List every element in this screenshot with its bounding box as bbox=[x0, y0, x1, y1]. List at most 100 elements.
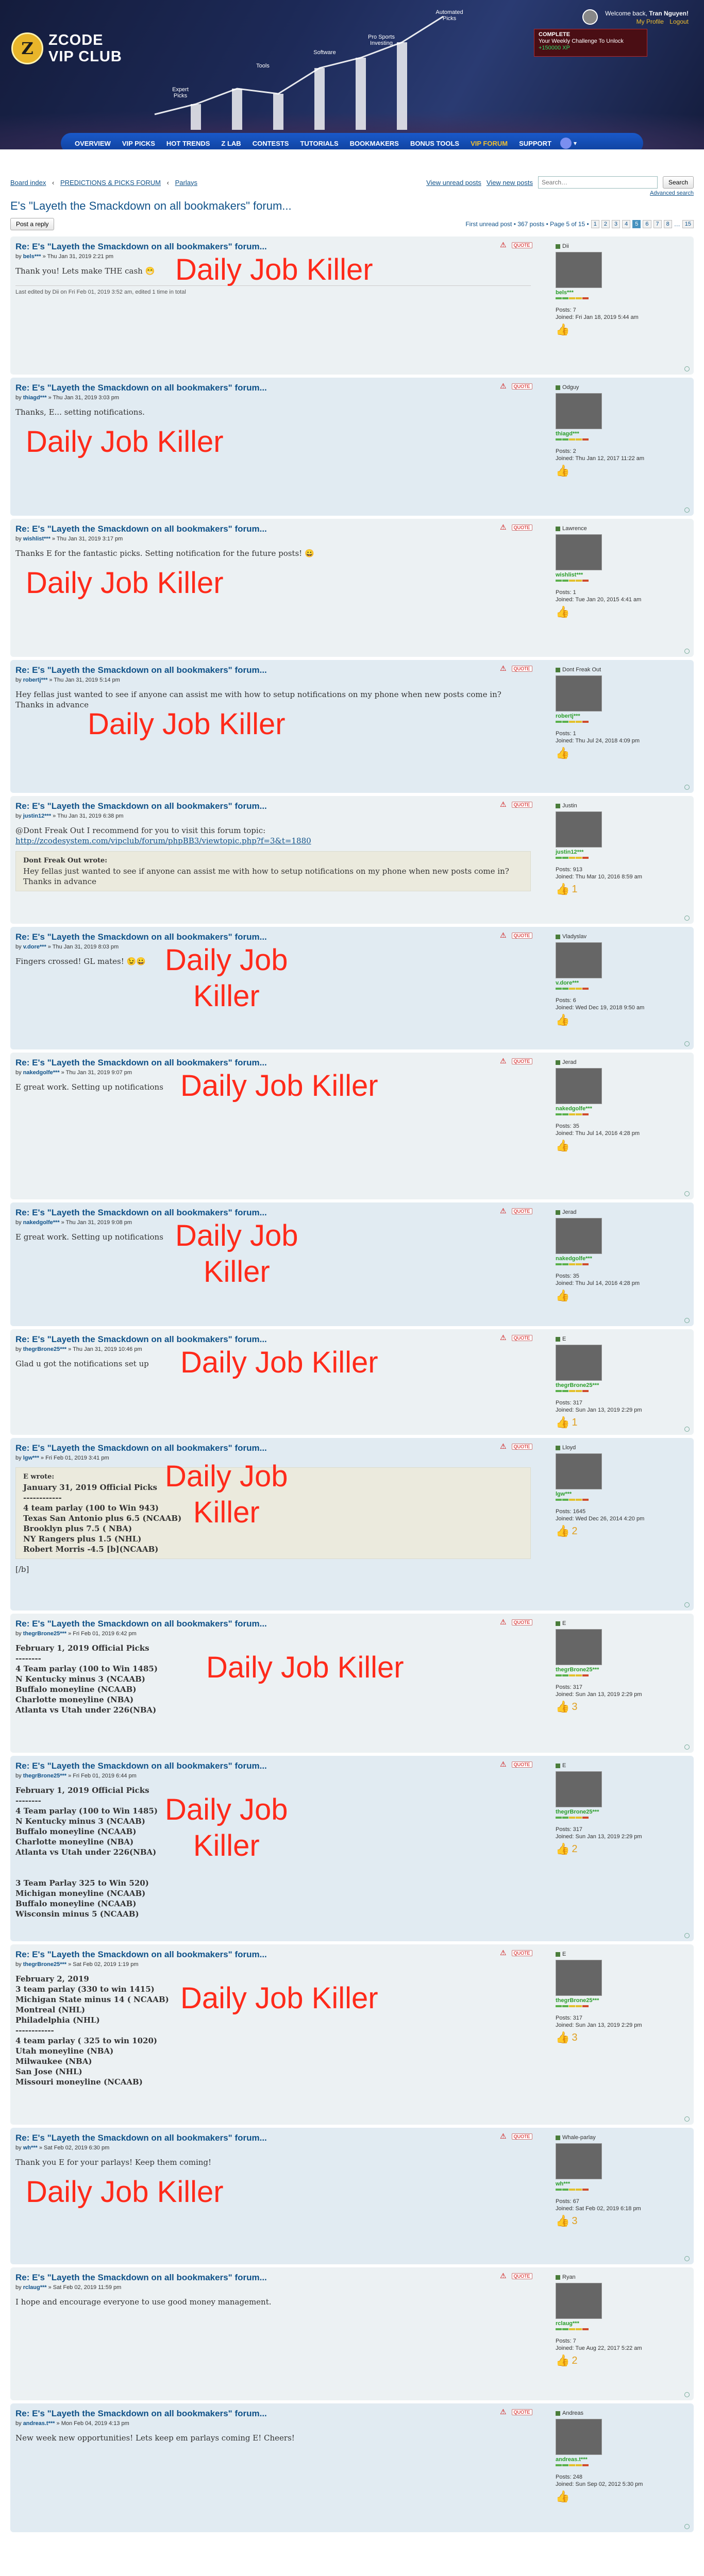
profile-username[interactable]: Justin bbox=[562, 802, 577, 809]
report-icon[interactable]: ⚠ bbox=[500, 1057, 507, 1065]
back-to-top-icon[interactable] bbox=[684, 2392, 690, 2397]
page-link[interactable]: 1 bbox=[591, 220, 599, 228]
post-author[interactable]: thiagd*** bbox=[23, 395, 47, 401]
profile-avatar[interactable] bbox=[556, 1345, 602, 1381]
profile-username[interactable]: Dont Freak Out bbox=[562, 666, 601, 673]
nav-contests[interactable]: CONTESTS bbox=[247, 140, 295, 147]
post-author[interactable]: nakedgolfe*** bbox=[23, 1219, 60, 1226]
back-to-top-icon[interactable] bbox=[684, 1041, 690, 1046]
thumbs-up-icon[interactable]: 👍 bbox=[556, 1014, 569, 1026]
post-author[interactable]: thegrBrone25*** bbox=[23, 1631, 66, 1637]
report-icon[interactable]: ⚠ bbox=[500, 2272, 507, 2280]
post-author[interactable]: thegrBrone25*** bbox=[23, 1961, 66, 1968]
back-to-top-icon[interactable] bbox=[684, 1933, 690, 1938]
quote-button[interactable]: QUOTE bbox=[511, 801, 532, 808]
back-to-top-icon[interactable] bbox=[684, 785, 690, 790]
nav-support[interactable]: SUPPORT bbox=[513, 140, 557, 147]
thumbs-up-icon[interactable]: 👍 bbox=[556, 2215, 569, 2227]
profile-avatar[interactable] bbox=[556, 942, 602, 978]
profile-username[interactable]: E bbox=[562, 1762, 566, 1769]
like-area[interactable]: 👍 3 bbox=[556, 2032, 694, 2043]
nav-vip-picks[interactable]: VIP PICKS bbox=[116, 140, 161, 147]
profile-username[interactable]: Odguy bbox=[562, 384, 579, 391]
quote-button[interactable]: QUOTE bbox=[511, 1058, 532, 1064]
back-to-top-icon[interactable] bbox=[684, 1744, 690, 1750]
breadcrumb-board-index[interactable]: Board index bbox=[10, 179, 46, 187]
profile-avatar[interactable] bbox=[556, 811, 602, 848]
like-area[interactable]: 👍 3 bbox=[556, 1701, 694, 1713]
report-icon[interactable]: ⚠ bbox=[500, 931, 507, 940]
report-icon[interactable]: ⚠ bbox=[500, 1442, 507, 1451]
thumbs-up-icon[interactable]: 👍 bbox=[556, 324, 569, 335]
report-icon[interactable]: ⚠ bbox=[500, 1618, 507, 1626]
page-link[interactable]: 8 bbox=[663, 220, 672, 228]
site-logo[interactable]: Z ZCODE VIP CLUB bbox=[11, 32, 122, 65]
like-area[interactable]: 👍 2 bbox=[556, 1843, 694, 1855]
profile-username[interactable]: Jerad bbox=[562, 1059, 577, 1066]
profile-username[interactable]: Whale-parlay bbox=[562, 2134, 596, 2141]
back-to-top-icon[interactable] bbox=[684, 1602, 690, 1607]
back-to-top-icon[interactable] bbox=[684, 1318, 690, 1323]
nav-overview[interactable]: OVERVIEW bbox=[69, 140, 116, 147]
thumbs-up-icon[interactable]: 👍 bbox=[556, 1701, 569, 1713]
quote-button[interactable]: QUOTE bbox=[511, 1619, 532, 1625]
like-area[interactable]: 👍 2 bbox=[556, 1526, 694, 1537]
like-area[interactable]: 👍 3 bbox=[556, 2215, 694, 2227]
nav-z-lab[interactable]: Z LAB bbox=[215, 140, 246, 147]
profile-username[interactable]: E bbox=[562, 1335, 566, 1343]
page-link[interactable]: 15 bbox=[682, 220, 694, 228]
quote-button[interactable]: QUOTE bbox=[511, 1208, 532, 1214]
report-icon[interactable]: ⚠ bbox=[500, 1948, 507, 1957]
profile-avatar[interactable] bbox=[556, 2419, 602, 2455]
back-to-top-icon[interactable] bbox=[684, 2116, 690, 2122]
page-link[interactable]: 7 bbox=[653, 220, 662, 228]
search-button[interactable]: Search bbox=[662, 176, 694, 189]
profile-username[interactable]: Dii bbox=[562, 243, 569, 250]
report-icon[interactable]: ⚠ bbox=[500, 800, 507, 809]
like-area[interactable]: 👍 bbox=[556, 1014, 694, 1026]
back-to-top-icon[interactable] bbox=[684, 1427, 690, 1432]
search-input[interactable] bbox=[538, 176, 658, 189]
profile-avatar[interactable] bbox=[556, 1068, 602, 1104]
profile-avatar[interactable] bbox=[556, 1960, 602, 1996]
profile-username[interactable]: E bbox=[562, 1951, 566, 1958]
profile-username[interactable]: Andreas bbox=[562, 2410, 583, 2417]
report-icon[interactable]: ⚠ bbox=[500, 2132, 507, 2141]
post-author[interactable]: lgw*** bbox=[23, 1455, 39, 1461]
profile-avatar[interactable] bbox=[556, 393, 602, 429]
profile-avatar[interactable] bbox=[556, 1218, 602, 1254]
page-link[interactable]: 6 bbox=[643, 220, 651, 228]
like-area[interactable]: 👍 bbox=[556, 465, 694, 477]
thumbs-up-icon[interactable]: 👍 bbox=[556, 1290, 569, 1301]
profile-username[interactable]: E bbox=[562, 1620, 566, 1627]
thumbs-up-icon[interactable]: 👍 bbox=[556, 1843, 569, 1855]
report-icon[interactable]: ⚠ bbox=[500, 241, 507, 249]
like-area[interactable]: 👍 bbox=[556, 1140, 694, 1151]
post-author[interactable]: nakedgolfe*** bbox=[23, 1070, 60, 1076]
quote-button[interactable]: QUOTE bbox=[511, 2273, 532, 2279]
report-icon[interactable]: ⚠ bbox=[500, 2408, 507, 2416]
thumbs-up-icon[interactable]: 👍 bbox=[556, 1417, 569, 1428]
chevron-down-icon[interactable]: ▾ bbox=[574, 140, 577, 147]
like-area[interactable]: 👍 bbox=[556, 2491, 694, 2502]
breadcrumb-parlays[interactable]: Parlays bbox=[175, 179, 197, 187]
post-author[interactable]: robertj*** bbox=[23, 677, 48, 683]
nav-bonus-tools[interactable]: BONUS TOOLS bbox=[405, 140, 465, 147]
post-link[interactable]: http://zcodesystem.com/vipclub/forum/php… bbox=[15, 836, 311, 845]
post-author[interactable]: v.dore*** bbox=[23, 944, 46, 950]
profile-username[interactable]: Ryan bbox=[562, 2274, 576, 2281]
quote-button[interactable]: QUOTE bbox=[511, 665, 532, 672]
thumbs-up-icon[interactable]: 👍 bbox=[556, 2491, 569, 2502]
thumbs-up-icon[interactable]: 👍 bbox=[556, 2355, 569, 2366]
report-icon[interactable]: ⚠ bbox=[500, 1760, 507, 1769]
report-icon[interactable]: ⚠ bbox=[500, 382, 507, 391]
post-author[interactable]: justin12*** bbox=[23, 813, 51, 819]
back-to-top-icon[interactable] bbox=[684, 2524, 690, 2529]
profile-avatar[interactable] bbox=[556, 675, 602, 711]
profile-username[interactable]: Lloyd bbox=[562, 1444, 576, 1451]
post-author[interactable]: rclaug*** bbox=[23, 2284, 47, 2291]
thumbs-up-icon[interactable]: 👍 bbox=[556, 1526, 569, 1537]
back-to-top-icon[interactable] bbox=[684, 916, 690, 921]
post-author[interactable]: thegrBrone25*** bbox=[23, 1346, 66, 1352]
quote-button[interactable]: QUOTE bbox=[511, 383, 532, 389]
